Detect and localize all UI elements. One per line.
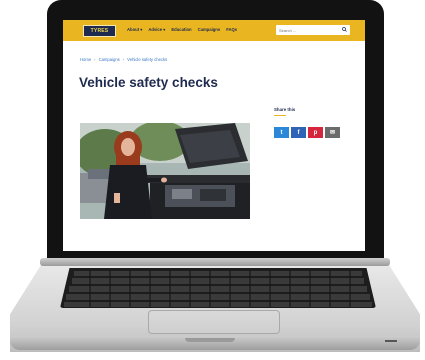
site-header: TYRES About ▾ Advice ▾ Education Campaig… [63, 20, 365, 41]
email-icon: ✉ [329, 130, 336, 136]
twitter-share-button[interactable]: t [274, 127, 289, 138]
share-underline [274, 115, 286, 116]
woman-checking-car-engine-image [80, 123, 250, 219]
share-buttons: t f p ✉ [274, 127, 340, 138]
laptop-keyboard [60, 268, 376, 308]
breadcrumb-current: Vehicle safety checks [127, 57, 168, 62]
hero-image [80, 123, 250, 219]
keyboard-keys [64, 271, 372, 307]
breadcrumb-home[interactable]: Home [80, 57, 91, 62]
breadcrumb-separator-icon: › [94, 57, 96, 62]
trackpad [148, 310, 280, 334]
search-icon[interactable] [342, 27, 347, 32]
laptop-notch [185, 338, 235, 342]
nav-item-education[interactable]: Education [171, 27, 191, 32]
main-nav: About ▾ Advice ▾ Education Campaigns FAQ… [127, 27, 237, 32]
search-box [276, 25, 350, 35]
site-logo[interactable]: TYRES [83, 25, 116, 37]
breadcrumb-separator-icon: › [122, 57, 125, 62]
nav-item-campaigns[interactable]: Campaigns [198, 27, 221, 32]
facebook-icon: f [297, 129, 300, 136]
nav-item-about[interactable]: About ▾ [127, 27, 142, 32]
nav-item-faqs[interactable]: FAQs [226, 27, 237, 32]
breadcrumb-campaigns[interactable]: Campaigns [99, 57, 120, 62]
breadcrumb: Home › Campaigns › Vehicle safety checks [80, 57, 167, 62]
pinterest-share-button[interactable]: p [308, 127, 323, 138]
page-title: Vehicle safety checks [79, 75, 218, 90]
laptop-led [385, 340, 397, 342]
laptop-hinge [40, 258, 390, 266]
email-share-button[interactable]: ✉ [325, 127, 340, 138]
share-label: Share this [274, 107, 296, 112]
nav-item-advice[interactable]: Advice ▾ [148, 27, 165, 32]
search-input[interactable] [276, 25, 344, 35]
facebook-share-button[interactable]: f [291, 127, 306, 138]
laptop-screen: TYRES About ▾ Advice ▾ Education Campaig… [63, 20, 365, 251]
pinterest-icon: p [313, 129, 318, 136]
twitter-icon: t [280, 129, 283, 136]
